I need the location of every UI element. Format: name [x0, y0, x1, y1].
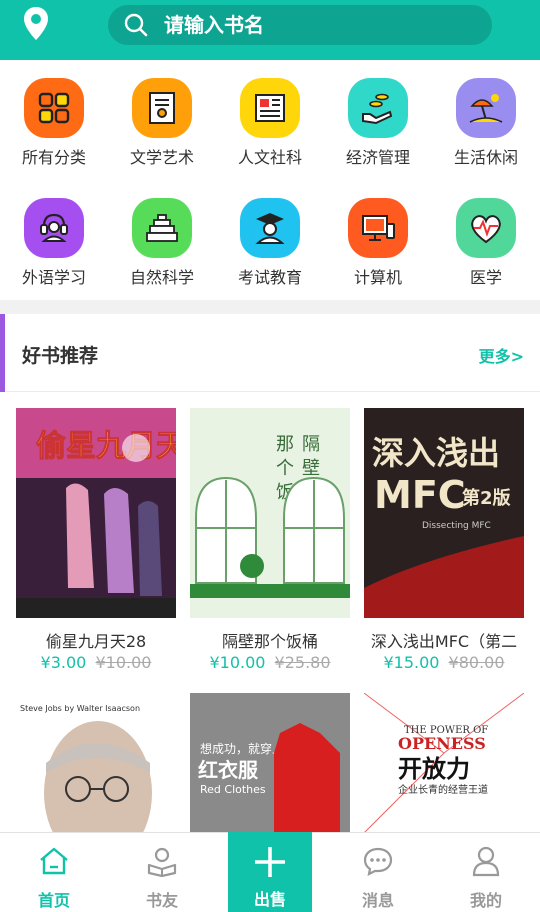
pyramid-icon — [132, 198, 192, 258]
plus-icon — [255, 847, 285, 877]
category-label: 外语学习 — [21, 268, 86, 287]
category-label: 文学艺术 — [129, 148, 194, 167]
category-all[interactable]: 所有分类 — [0, 60, 108, 180]
book-original-price: ¥25.80 — [274, 653, 331, 672]
category-label: 医学 — [469, 268, 502, 287]
category-label: 考试教育 — [237, 268, 302, 287]
nav-label: 出售 — [253, 890, 286, 909]
book-card[interactable]: 想成功，就穿上 红衣服 Red Clothes — [180, 693, 360, 833]
section-divider — [0, 300, 540, 314]
search-icon — [124, 13, 148, 37]
cover-text: OPENESS — [398, 734, 486, 753]
recommend-section-header: 好书推荐 更多> — [0, 314, 540, 392]
graduate-icon — [240, 198, 300, 258]
category-leisure[interactable]: 生活休闲 — [432, 60, 540, 180]
category-computer[interactable]: 计算机 — [324, 180, 432, 300]
category-label: 经济管理 — [345, 148, 410, 167]
newspaper-icon — [240, 78, 300, 138]
cover-text: 红衣服 — [198, 758, 259, 782]
nav-sell-button[interactable]: 出售 — [228, 832, 312, 912]
nav-label: 书友 — [145, 891, 178, 910]
book-title: 隔壁那个饭桶 — [221, 632, 318, 651]
search-input[interactable] — [164, 5, 464, 45]
category-humanities[interactable]: 人文社科 — [216, 60, 324, 180]
nav-label: 我的 — [469, 891, 502, 910]
book-cover[interactable]: 那 个 饭 隔 壁 桶 — [190, 408, 350, 618]
category-label: 计算机 — [353, 268, 402, 287]
headset-icon — [24, 198, 84, 258]
top-bar — [0, 0, 540, 60]
search-bar[interactable] — [108, 5, 492, 45]
book-card[interactable]: 偷星九月天 偷星九月天28 ¥3.00 ¥10.00 — [6, 408, 186, 678]
cover-text: 那 — [276, 434, 294, 455]
certificate-icon — [132, 78, 192, 138]
book-original-price: ¥10.00 — [95, 653, 152, 672]
cover-text: MFC — [374, 473, 466, 517]
chat-icon — [363, 847, 393, 876]
book-price-row: ¥10.00 ¥25.80 — [180, 653, 360, 672]
book-cover[interactable]: Steve Jobs by Walter Isaacson — [16, 693, 176, 833]
section-title: 好书推荐 — [22, 345, 99, 367]
category-language[interactable]: 外语学习 — [0, 180, 108, 300]
cover-text: 企业长青的经营王道 — [398, 783, 488, 796]
book-cover[interactable]: 偷星九月天 — [16, 408, 176, 618]
book-cover[interactable]: 想成功，就穿上 红衣服 Red Clothes — [190, 693, 350, 833]
category-label: 自然科学 — [129, 268, 194, 287]
book-card[interactable]: 深入浅出 MFC 第2版 Dissecting MFC 深入浅出MFC（第二 ¥… — [354, 408, 534, 678]
book-card[interactable]: Steve Jobs by Walter Isaacson — [6, 693, 186, 833]
beach-umbrella-icon — [456, 78, 516, 138]
cover-text: 深入浅出 — [372, 434, 500, 472]
category-label: 生活休闲 — [453, 148, 518, 167]
heartbeat-icon — [456, 198, 516, 258]
user-icon — [472, 846, 500, 877]
book-card[interactable]: 那 个 饭 隔 壁 桶 隔壁那个饭桶 ¥10.00 ¥25.80 — [180, 408, 360, 678]
nav-messages[interactable]: 消息 — [324, 833, 432, 912]
category-label: 人文社科 — [237, 148, 302, 167]
book-price-row: ¥15.00 ¥80.00 — [354, 653, 534, 672]
book-price: ¥15.00 — [383, 653, 440, 672]
coins-hand-icon — [348, 78, 408, 138]
cover-text: 隔 — [302, 434, 320, 455]
home-icon — [40, 847, 68, 875]
category-literature[interactable]: 文学艺术 — [108, 60, 216, 180]
category-label: 所有分类 — [21, 148, 86, 167]
app-page: 所有分类 文学艺术 人文社科 经济管理 生活休闲 — [0, 0, 540, 912]
grid-icon — [24, 78, 84, 138]
cover-text: Dissecting MFC — [422, 521, 491, 531]
book-cover[interactable]: THE POWER OF OPENESS 开放力 企业长青的经营王道 — [364, 693, 524, 833]
section-accent-bar — [0, 314, 5, 392]
cover-text: Steve Jobs by Walter Isaacson — [20, 704, 140, 713]
book-original-price: ¥80.00 — [448, 653, 505, 672]
category-economy[interactable]: 经济管理 — [324, 60, 432, 180]
nav-label: 首页 — [37, 891, 70, 910]
book-price-row: ¥3.00 ¥10.00 — [6, 653, 186, 672]
category-exam[interactable]: 考试教育 — [216, 180, 324, 300]
svg-text:偷星九月天: 偷星九月天 — [36, 429, 176, 464]
cover-text: 第2版 — [462, 487, 511, 509]
book-price: ¥10.00 — [209, 653, 266, 672]
more-link[interactable]: 更多> — [479, 343, 524, 367]
category-medicine[interactable]: 医学 — [432, 180, 540, 300]
location-pin-icon[interactable] — [22, 6, 50, 42]
cover-text: 想成功，就穿上 — [200, 741, 284, 756]
book-title: 偷星九月天28 — [45, 632, 147, 651]
computer-icon — [348, 198, 408, 258]
nav-friends[interactable]: 书友 — [108, 833, 216, 912]
cover-text: 壁 — [302, 458, 320, 479]
cover-text: 开放力 — [398, 755, 470, 783]
book-card[interactable]: THE POWER OF OPENESS 开放力 企业长青的经营王道 — [354, 693, 534, 833]
book-title: 深入浅出MFC（第二 — [370, 632, 518, 651]
category-science[interactable]: 自然科学 — [108, 180, 216, 300]
nav-label: 消息 — [361, 891, 394, 910]
reader-icon — [147, 847, 177, 877]
book-price: ¥3.00 — [40, 653, 87, 672]
cover-text: Red Clothes — [200, 783, 266, 796]
nav-me[interactable]: 我的 — [432, 833, 540, 912]
nav-home[interactable]: 首页 — [0, 833, 108, 912]
book-cover[interactable]: 深入浅出 MFC 第2版 Dissecting MFC — [364, 408, 524, 618]
cover-text: 个 — [276, 458, 294, 479]
category-grid: 所有分类 文学艺术 人文社科 经济管理 生活休闲 外语学习 自然科学 考试教育 … — [0, 60, 540, 300]
